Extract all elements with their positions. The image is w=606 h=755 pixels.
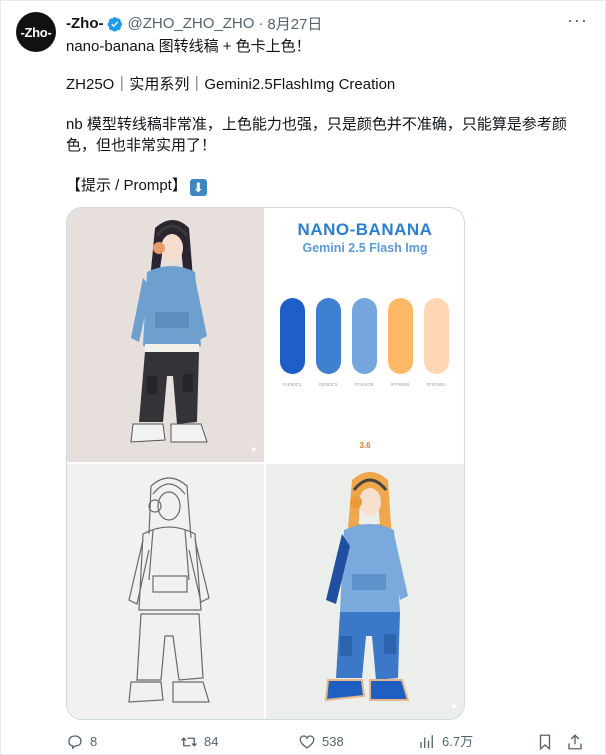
image-line-art[interactable] [67,464,264,719]
swatch-2 [316,298,341,374]
image-color-palette[interactable]: NANO-BANANA Gemini 2.5 Flash Img #1E60C3… [266,208,464,462]
swatch-4 [388,298,413,374]
like-button[interactable]: 538 [298,733,344,751]
swatch-3 [352,298,377,374]
verified-badge-icon [108,16,123,32]
heart-icon [299,735,315,749]
share-button[interactable] [566,733,590,751]
palette-title: NANO-BANANA [297,220,433,239]
more-options-icon[interactable]: ··· [567,10,588,31]
bookmark-icon [539,734,551,751]
sparkle-icon: ✦ [449,702,458,713]
image-colored-result[interactable]: ✦ [266,464,464,719]
views-count: 6.7万 [442,734,474,749]
palette-badge: 3.6 [359,441,371,450]
avatar[interactable]: -Zho- [16,12,56,52]
swatch-5 [424,298,449,374]
views-chart-icon [420,735,433,748]
action-bar: 8 84 538 6.7万 [0,733,606,751]
swatch-hex-3: #74A8DB [354,382,374,387]
like-count: 538 [322,734,344,749]
image-original-character[interactable]: ✦ [67,208,264,462]
swatch-hex-2: #3D80C5 [318,382,338,387]
display-name[interactable]: -Zho- [66,15,103,32]
share-icon [568,734,582,750]
swatch-1 [280,298,305,374]
tweet-text-line-1: nano-banana 图转线稿 + 色卡上色！ [66,38,311,55]
reply-button[interactable]: 8 [66,733,97,751]
avatar-text: -Zho- [20,24,52,40]
palette-subtitle: Gemini 2.5 Flash Img [302,241,428,255]
media-grid[interactable]: ✦ NANO-BANANA Gemini 2.5 Flash Img #1E60… [66,207,465,720]
tweet-text-line-2: ZH25O｜实用系列｜Gemini2.5FlashImg Creation [66,76,396,93]
tweet-text-line-4: 【提示 / Prompt】 ⬇ [66,176,586,196]
separator-dot: · [258,15,264,32]
reply-count: 8 [90,734,98,749]
tweet-header: -Zho- @ZHO_ZHO_ZHO · 8月27日 [66,13,322,34]
prompt-label: 【提示 / Prompt】 [66,177,187,194]
swatch-hex-5: #FFD6B3 [426,382,446,387]
user-handle[interactable]: @ZHO_ZHO_ZHO [127,15,254,32]
tweet-date[interactable]: 8月27日 [267,13,322,34]
views-button[interactable]: 6.7万 [418,733,473,751]
retweet-count: 84 [204,734,219,749]
down-arrow-icon: ⬇ [189,179,207,196]
reply-icon [68,735,82,750]
character-illustration [130,220,208,443]
tweet-text-line-3: nb 模型转线稿非常准，上色能力也强，只是颜色并不准确，只能算是参考颜色，但也非… [66,116,567,154]
retweet-icon [181,737,197,747]
colored-illustration [324,472,410,702]
line-art-illustration [128,477,210,703]
swatch-hex-4: #FFB86B [390,382,410,387]
retweet-button[interactable]: 84 [180,733,218,751]
bookmark-button[interactable] [536,733,560,751]
sparkle-icon: ✦ [249,445,258,456]
swatch-hex-1: #1E60C3 [282,382,302,387]
